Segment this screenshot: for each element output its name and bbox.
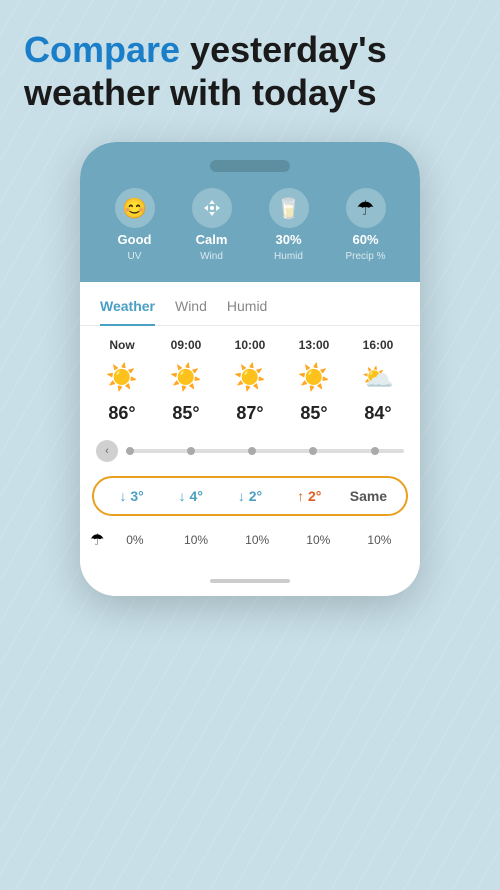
precip-value: 60% [352,232,378,247]
slider-dot-2 [248,447,256,455]
main-title: Compare yesterday's weather with today's [24,28,476,114]
comp-1000: ↓ 2° [220,488,279,504]
temp-1600: 84° [346,403,410,424]
humid-icon: 🥛 [269,188,309,228]
temp-row: 86° 85° 87° 85° 84° [80,399,420,436]
title-rest: yesterday's [180,29,387,70]
wind-item: Calm Wind [173,188,250,262]
weather-status-row: 😊 Good UV Calm [96,188,404,262]
time-now: Now [90,338,154,352]
temp-0900: 85° [154,403,218,424]
uv-value: Good [118,232,152,247]
comp-now: ↓ 3° [102,488,161,504]
slider-row: ‹ [80,436,420,472]
time-1000: 10:00 [218,338,282,352]
comp-1300: ↑ 2° [280,488,339,504]
comparison-row: ↓ 3° ↓ 4° ↓ 2° ↑ 2° Same [92,476,408,516]
page-wrapper: Compare yesterday's weather with today's… [0,0,500,890]
phone-mockup: 😊 Good UV Calm [80,142,420,596]
precip-0900: 10% [165,533,226,547]
home-bar [80,566,420,596]
time-0900: 09:00 [154,338,218,352]
comp-1600: Same [339,488,398,504]
precip-item: ☂ 60% Precip % [327,188,404,262]
sun-1300: ☀️ [282,362,346,393]
uv-icon: 😊 [115,188,155,228]
wind-value: Calm [196,232,228,247]
phone-notch [210,160,290,172]
humid-label: Humid [274,251,303,262]
temp-now: 86° [90,403,154,424]
precip-label: Precip % [345,251,385,262]
uv-item: 😊 Good UV [96,188,173,262]
comp-0900: ↓ 4° [161,488,220,504]
tab-humid[interactable]: Humid [227,298,267,326]
wind-icon [192,188,232,228]
tab-wind[interactable]: Wind [175,298,207,326]
slider-dot-3 [309,447,317,455]
uv-label: UV [128,251,142,262]
time-row: Now 09:00 10:00 13:00 16:00 [80,326,420,356]
sun-row: ☀️ ☀️ ☀️ ☀️ ⛅ [80,356,420,399]
humid-value: 30% [275,232,301,247]
slider-dot-0 [126,447,134,455]
precip-icon: ☂ [346,188,386,228]
precip-row-icon: ☂ [90,530,104,550]
home-indicator [210,579,290,583]
sun-1600: ⛅ [346,362,410,393]
slider-track[interactable] [126,449,404,453]
sun-now: ☀️ [90,362,154,393]
time-1600: 16:00 [346,338,410,352]
precip-1600: 10% [349,533,410,547]
wind-label: Wind [200,251,223,262]
weather-card: Weather Wind Humid Now 09:00 10:00 13:00… [80,282,420,566]
tab-weather[interactable]: Weather [100,298,155,326]
windmill-svg [202,198,222,218]
sun-0900: ☀️ [154,362,218,393]
sun-1000: ☀️ [218,362,282,393]
humid-item: 🥛 30% Humid [250,188,327,262]
slider-dot-1 [187,447,195,455]
precip-now: 0% [104,533,165,547]
precip-1300: 10% [288,533,349,547]
header-section: Compare yesterday's weather with today's [0,0,500,134]
precip-row: ☂ 0% 10% 10% 10% 10% [80,528,420,566]
temp-1300: 85° [282,403,346,424]
precip-1000: 10% [227,533,288,547]
slider-dot-4 [371,447,379,455]
title-line2: weather with today's [24,72,377,113]
temp-1000: 87° [218,403,282,424]
phone-top-bar: 😊 Good UV Calm [80,142,420,282]
title-highlight: Compare [24,29,180,70]
tabs-row: Weather Wind Humid [80,282,420,326]
time-1300: 13:00 [282,338,346,352]
slider-back-button[interactable]: ‹ [96,440,118,462]
